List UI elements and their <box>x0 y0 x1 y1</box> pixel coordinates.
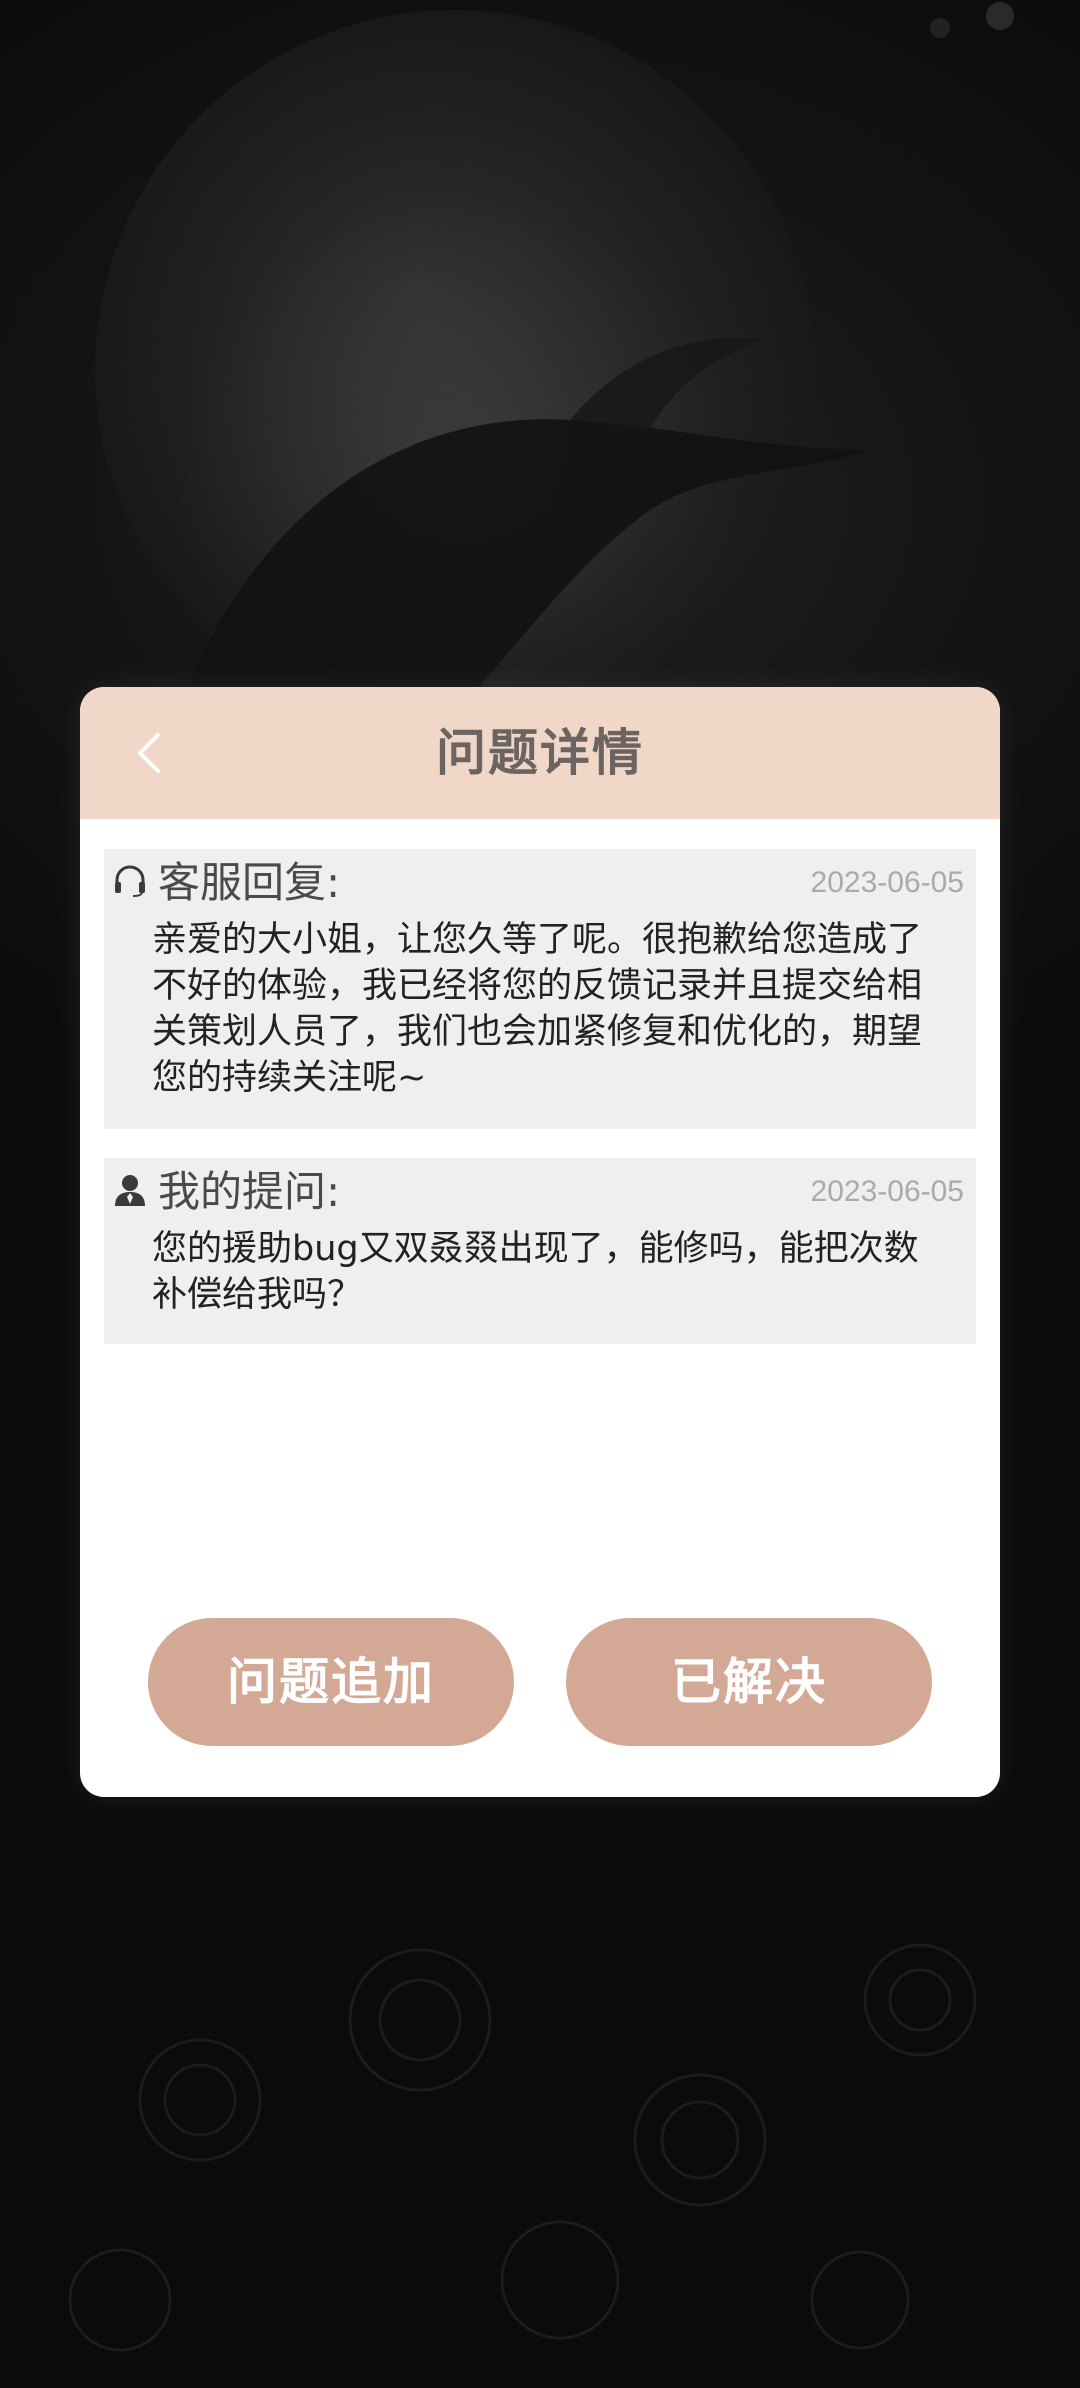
append-question-button[interactable]: 问题追加 <box>148 1618 514 1746</box>
support-reply-header: 客服回复: 2023-06-05 <box>104 849 976 913</box>
my-question-label: 我的提问: <box>158 1167 341 1216</box>
background-swirl-pattern <box>68 1943 977 2352</box>
issue-detail-dialog: 问题详情 客服回复: 2023-06-05 亲爱的大小姐，让您久等了呢。很抱歉给… <box>80 687 1000 1797</box>
my-question-date: 2023-06-05 <box>810 1175 964 1208</box>
headset-icon <box>115 865 145 897</box>
support-reply-label: 客服回复: <box>158 858 341 907</box>
support-reply-text: 亲爱的大小姐，让您久等了呢。很抱歉给您造成了不好的体验，我已经将您的反馈记录并且… <box>152 920 923 1098</box>
dialog-title: 问题详情 <box>436 724 644 782</box>
support-reply-date: 2023-06-05 <box>810 866 964 899</box>
my-question-card: 我的提问: 2023-06-05 您的援助bug又双叒叕出现了，能修吗，能把次数… <box>104 1158 976 1344</box>
my-question-header: 我的提问: 2023-06-05 <box>104 1158 976 1222</box>
user-icon <box>115 1175 145 1206</box>
resolved-button[interactable]: 已解决 <box>566 1618 932 1746</box>
my-question-text: 您的援助bug又双叒叕出现了，能修吗，能把次数补偿给我吗？ <box>152 1229 919 1315</box>
support-reply-card: 客服回复: 2023-06-05 亲爱的大小姐，让您久等了呢。很抱歉给您造成了不… <box>104 849 976 1129</box>
background-bird-silhouette <box>190 338 870 720</box>
background-dots <box>930 2 1014 38</box>
dialog-header: 问题详情 <box>80 687 1000 819</box>
